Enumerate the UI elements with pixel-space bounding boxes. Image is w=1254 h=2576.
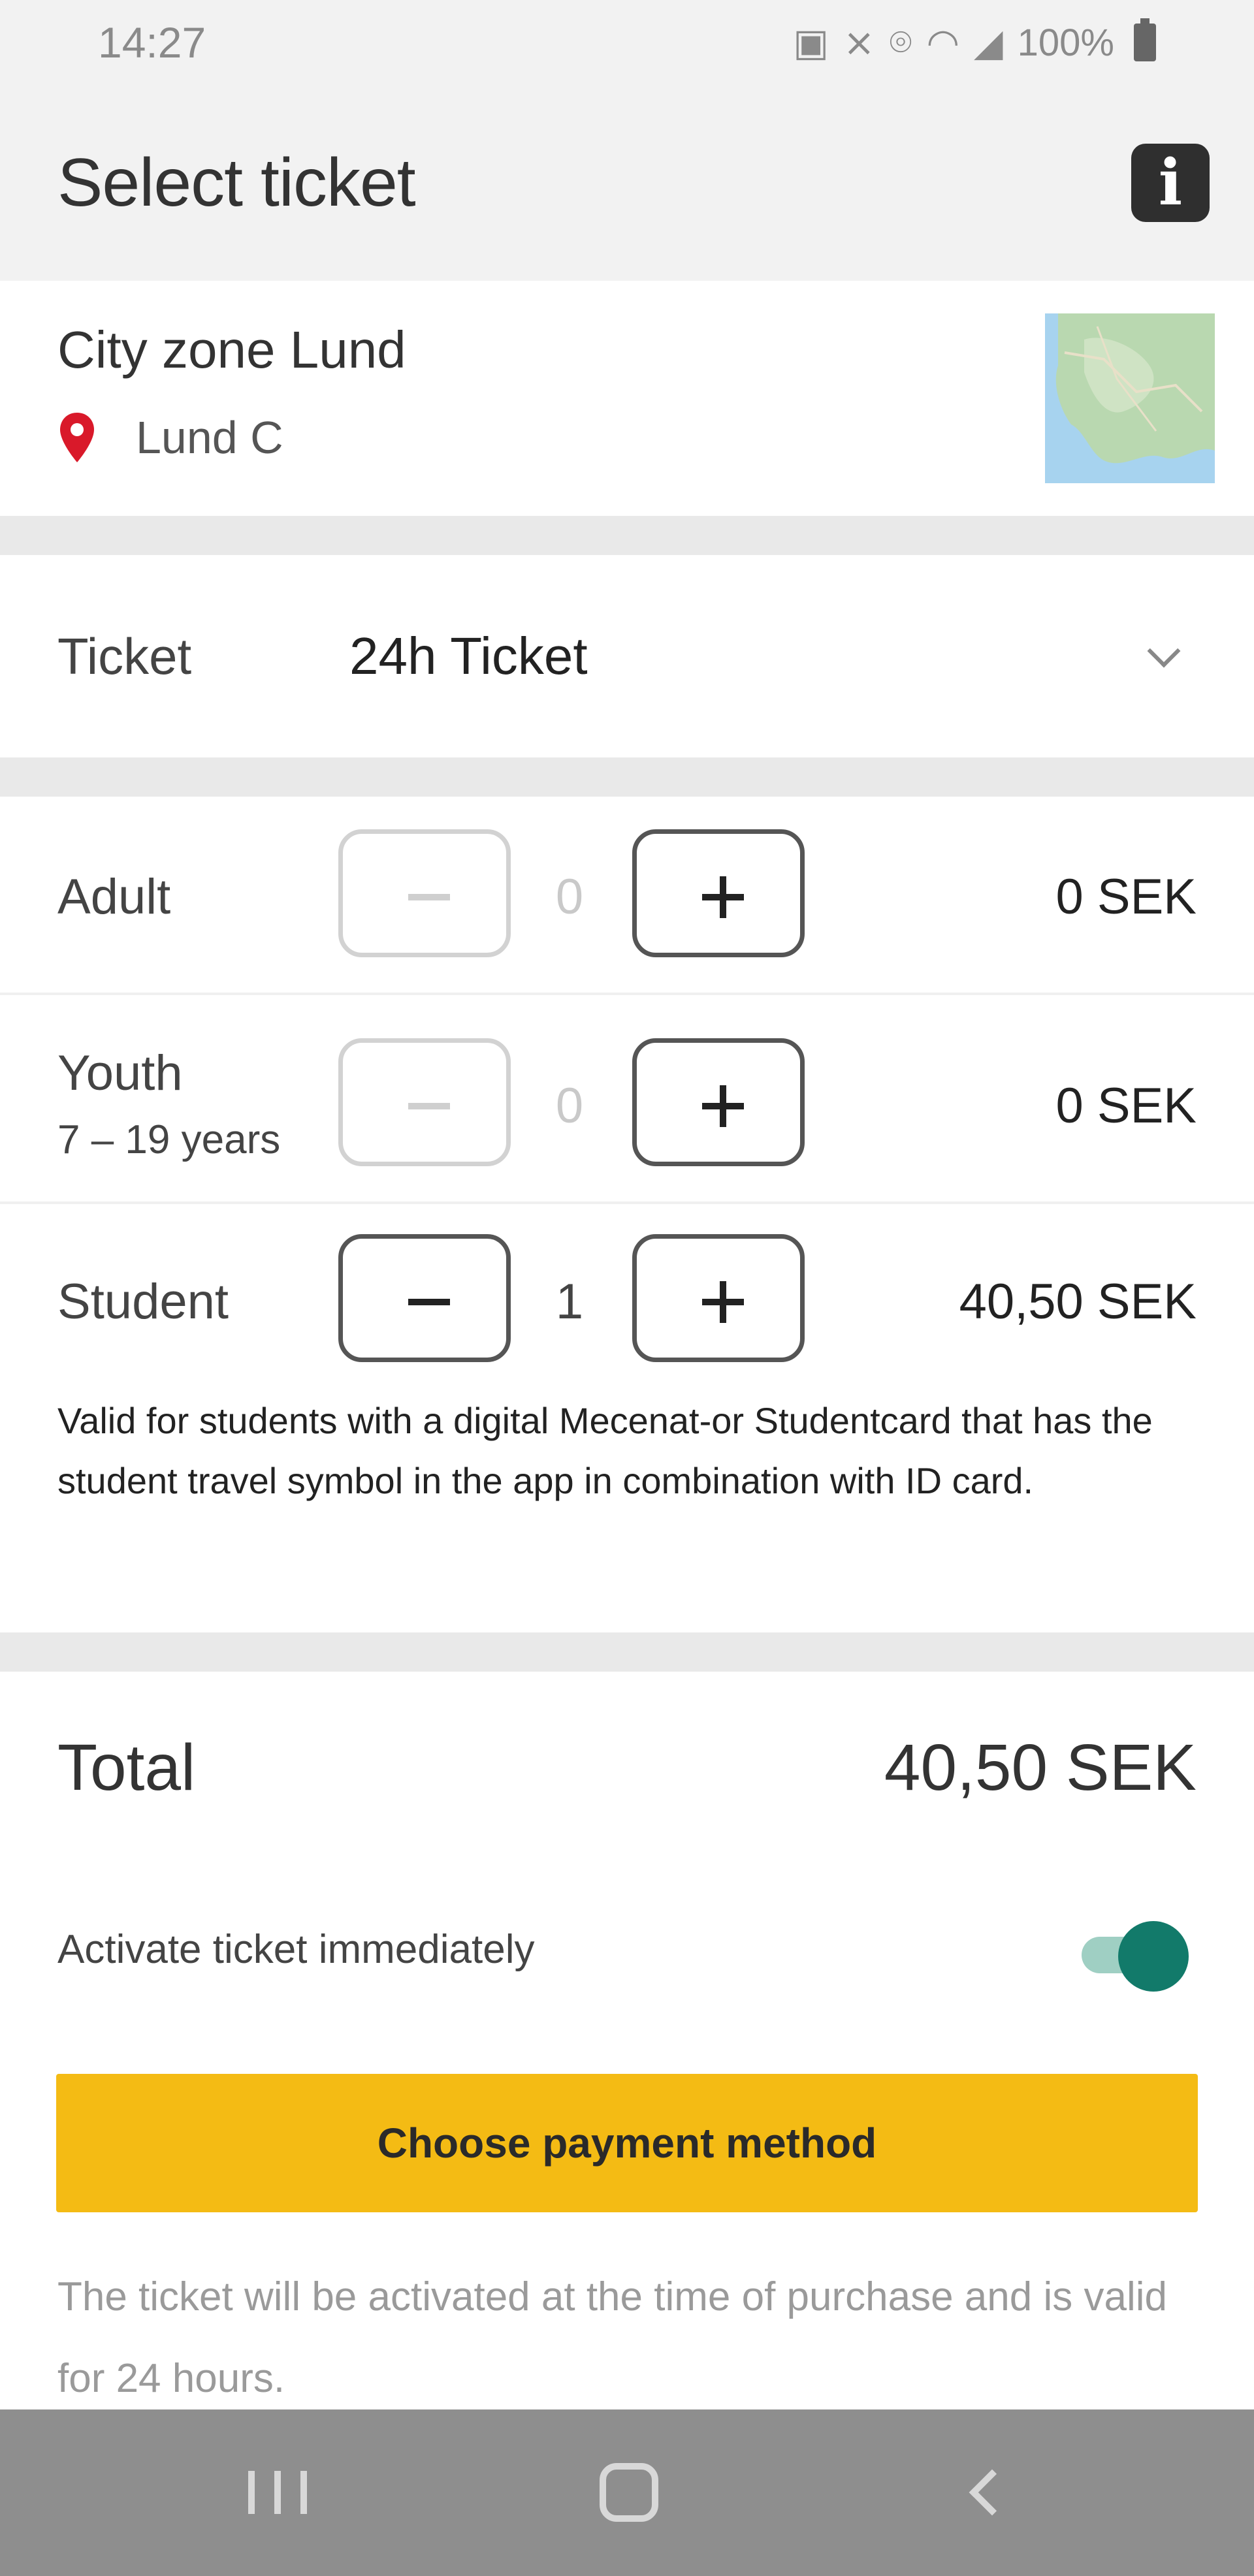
adult-price: 0 SEK [1055,869,1197,925]
adult-increase-button[interactable] [632,829,805,957]
activate-immediately-toggle[interactable] [1062,1913,1189,1992]
ticket-type-value: 24h Ticket [349,627,588,685]
activate-row: Activate ticket immediately [0,1894,1254,2005]
back-icon[interactable] [964,2471,1003,2510]
youth-decrease-button[interactable] [338,1038,511,1166]
battery-icon [1134,18,1156,61]
passenger-row-student: Student 1 40,50 SEK Valid for students w… [0,1201,1254,1632]
student-decrease-button[interactable] [338,1234,511,1362]
page-title: Select ticket [57,144,416,221]
battery-level: 100% [1017,21,1114,64]
passenger-section: Adult 0 0 SEK Youth 7 – 19 years 0 0 SEK… [0,797,1254,1632]
ticket-type-select[interactable]: Ticket 24h Ticket [0,555,1254,757]
adult-decrease-button[interactable] [338,829,511,957]
zone-name: City zone Lund [57,321,406,379]
zone-stop: Lund C [57,411,283,464]
mute-icon: ⨯ [843,22,875,64]
youth-quantity: 0 [555,1078,584,1134]
student-price: 40,50 SEK [959,1274,1197,1329]
toggle-thumb [1118,1921,1189,1992]
signal-icon: ◢ [974,22,1003,64]
status-bar: 14:27 ▣ ⨯ ⌾ ◠ ◢ 100% [0,0,1254,85]
zone-stop-label: Lund C [136,412,283,463]
recents-icon[interactable] [248,2471,311,2514]
notification-icon: ▣ [793,22,829,64]
choose-payment-method-button[interactable]: Choose payment method [56,2074,1198,2212]
passenger-label: Youth [57,1045,183,1101]
section-divider [0,516,1254,555]
status-time: 14:27 [98,18,206,67]
passenger-row-youth: Youth 7 – 19 years 0 0 SEK [0,993,1254,1201]
student-eligibility-note: Valid for students with a digital Mecena… [57,1400,1153,1501]
info-icon[interactable]: i [1131,144,1210,222]
total-row: Total 40,50 SEK [0,1672,1254,1868]
student-increase-button[interactable] [632,1234,805,1362]
passenger-sublabel: 7 – 19 years [57,1117,281,1162]
section-divider [0,1632,1254,1672]
youth-price: 0 SEK [1055,1078,1197,1134]
zone-map-thumbnail[interactable] [1045,313,1215,483]
location-icon: ⌾ [889,21,912,63]
status-icons: ▣ ⨯ ⌾ ◠ ◢ 100% [793,18,1156,65]
chevron-down-icon [1144,637,1183,676]
total-label: Total [57,1731,196,1804]
total-value: 40,50 SEK [884,1731,1197,1804]
passenger-row-adult: Adult 0 0 SEK [0,797,1254,993]
activate-label: Activate ticket immediately [57,1927,535,1972]
home-icon[interactable] [600,2463,658,2522]
app-bar: Select ticket i [0,85,1254,281]
section-divider [0,757,1254,797]
activation-footnote: The ticket will be activated at the time… [57,2274,1167,2401]
passenger-label: Student [57,1274,229,1329]
student-quantity: 1 [555,1274,584,1329]
wifi-icon: ◠ [926,22,960,64]
passenger-label: Adult [57,869,171,925]
youth-increase-button[interactable] [632,1038,805,1166]
zone-card[interactable]: City zone Lund Lund C [0,281,1254,516]
adult-quantity: 0 [555,869,584,925]
system-nav-bar [0,2409,1254,2576]
ticket-type-label: Ticket [57,627,192,685]
location-pin-icon [57,411,97,464]
